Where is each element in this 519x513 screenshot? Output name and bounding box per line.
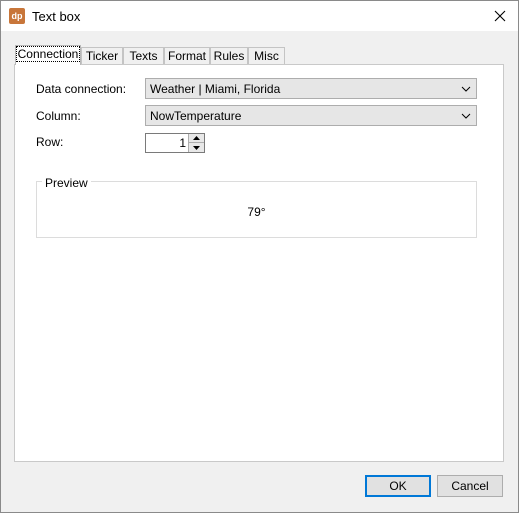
preview-value: 79° — [247, 205, 266, 219]
data-connection-combo[interactable]: Weather | Miami, Florida — [145, 78, 477, 99]
close-button[interactable] — [483, 1, 517, 31]
tab-format-label: Format — [167, 49, 206, 63]
triangle-down-icon — [193, 145, 200, 150]
tab-ticker-label: Ticker — [85, 49, 119, 63]
spin-down-button[interactable] — [188, 143, 204, 152]
triangle-up-icon — [193, 136, 200, 140]
column-label: Column: — [36, 109, 81, 123]
chevron-down-icon — [461, 113, 471, 119]
row-spinner[interactable]: 1 — [145, 133, 205, 153]
row-value[interactable]: 1 — [179, 136, 186, 150]
tab-rules-label: Rules — [213, 49, 245, 63]
app-icon: dp — [9, 8, 25, 24]
cancel-button[interactable]: Cancel — [437, 475, 503, 497]
column-value: NowTemperature — [150, 109, 242, 123]
preview-group-title: Preview — [42, 176, 91, 190]
tab-texts[interactable]: Texts — [123, 47, 164, 64]
tab-texts-label: Texts — [129, 49, 158, 63]
tab-misc[interactable]: Misc — [248, 47, 285, 64]
chevron-down-icon — [461, 86, 471, 92]
column-combo[interactable]: NowTemperature — [145, 105, 477, 126]
title-bar[interactable]: dp Text box — [1, 1, 518, 31]
window-title: Text box — [32, 9, 81, 24]
tab-format[interactable]: Format — [164, 47, 210, 64]
spin-up-button[interactable] — [188, 134, 204, 143]
tab-rules[interactable]: Rules — [210, 47, 248, 64]
row-label: Row: — [36, 135, 64, 149]
ok-button[interactable]: OK — [365, 475, 431, 497]
tab-connection[interactable]: Connection — [15, 45, 81, 65]
dialog-window: dp Text box Connection Ticker Texts Form… — [0, 0, 519, 513]
data-connection-label: Data connection: — [36, 82, 127, 96]
tab-ticker[interactable]: Ticker — [81, 47, 123, 64]
data-connection-value: Weather | Miami, Florida — [150, 82, 281, 96]
tab-connection-label: Connection — [15, 46, 81, 62]
close-icon — [494, 10, 506, 22]
tab-misc-label: Misc — [254, 49, 279, 63]
